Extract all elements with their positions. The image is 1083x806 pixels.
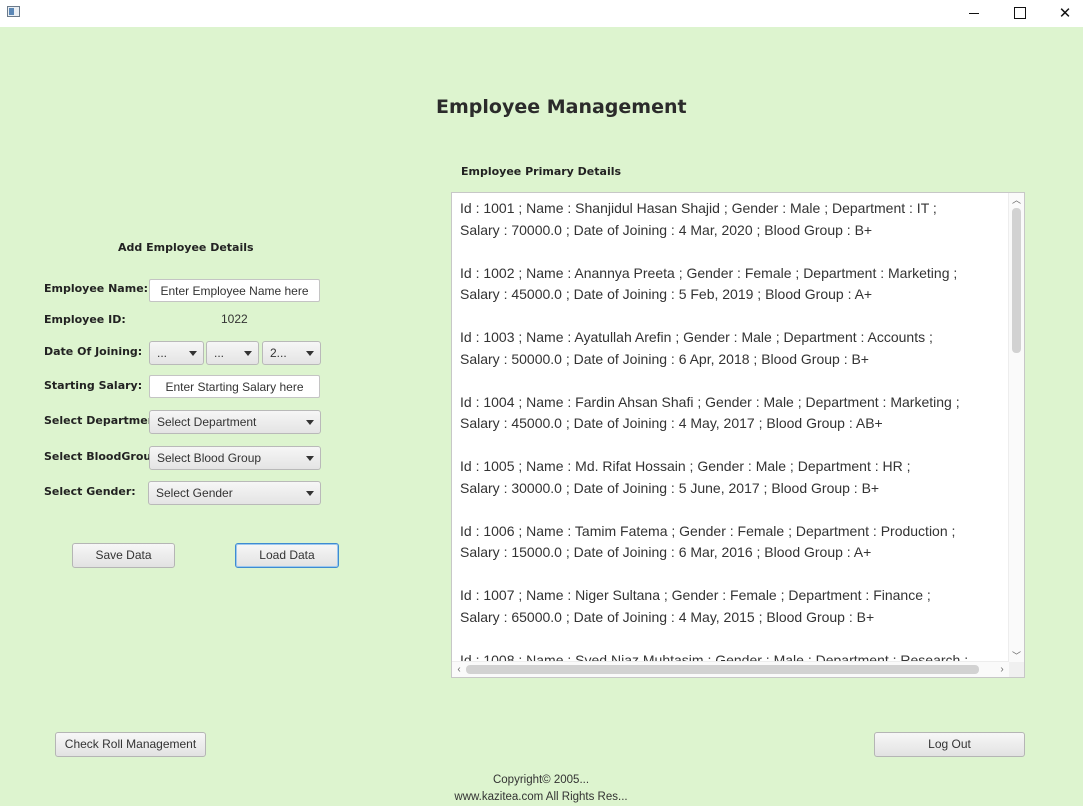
list-item-line1: Id : 1001 ; Name : Shanjidul Hasan Shaji… bbox=[460, 200, 937, 216]
gender-label: Select Gender: bbox=[44, 485, 136, 498]
save-data-button[interactable]: Save Data bbox=[72, 543, 175, 568]
scrollbar-corner bbox=[1009, 662, 1024, 677]
website-text: www.kazitea.com All Rights Res... bbox=[454, 791, 628, 803]
list-item-line1: Id : 1005 ; Name : Md. Rifat Hossain ; G… bbox=[460, 458, 911, 474]
add-form-heading: Add Employee Details bbox=[118, 241, 254, 254]
scroll-left-icon[interactable]: ‹ bbox=[452, 662, 466, 677]
chevron-down-icon bbox=[244, 351, 252, 356]
page-title: Employee Management bbox=[436, 96, 687, 118]
scroll-up-icon[interactable]: ︿ bbox=[1009, 193, 1024, 207]
gender-select[interactable]: Select Gender bbox=[148, 481, 321, 505]
minimize-icon bbox=[969, 13, 979, 14]
horizontal-scroll-thumb[interactable] bbox=[466, 665, 979, 674]
list-item-line2: Salary : 65000.0 ; Date of Joining : 4 M… bbox=[460, 608, 875, 625]
list-item-line2: Salary : 15000.0 ; Date of Joining : 6 M… bbox=[460, 544, 872, 560]
employee-list[interactable]: Id : 1001 ; Name : Shanjidul Hasan Shaji… bbox=[451, 192, 1025, 678]
copyright-text: Copyright© 2005... bbox=[492, 774, 590, 786]
bloodgroup-label: Select BloodGroup: bbox=[44, 450, 164, 463]
chevron-down-icon bbox=[306, 456, 314, 461]
check-roll-management-button[interactable]: Check Roll Management bbox=[55, 732, 206, 757]
date-of-joining-label: Date Of Joining: bbox=[44, 345, 143, 358]
department-label: Select Department: bbox=[44, 414, 166, 427]
list-item-line2: Salary : 30000.0 ; Date of Joining : 5 J… bbox=[460, 479, 880, 496]
doj-day-value: ... bbox=[157, 346, 168, 360]
list-item[interactable]: Id : 1001 ; Name : Shanjidul Hasan Shaji… bbox=[460, 198, 1005, 241]
department-select[interactable]: Select Department bbox=[149, 410, 321, 434]
doj-year-value: 2... bbox=[270, 346, 287, 360]
list-item[interactable]: Id : 1007 ; Name : Niger Sultana ; Gende… bbox=[460, 585, 1005, 628]
list-item[interactable]: Id : 1004 ; Name : Fardin Ahsan Shafi ; … bbox=[460, 392, 1005, 435]
list-item-line1: Id : 1007 ; Name : Niger Sultana ; Gende… bbox=[460, 587, 931, 603]
list-item-line2: Salary : 45000.0 ; Date of Joining : 4 M… bbox=[460, 415, 883, 431]
logout-button[interactable]: Log Out bbox=[874, 732, 1025, 757]
list-item-line2: Salary : 45000.0 ; Date of Joining : 5 F… bbox=[460, 286, 873, 302]
list-item-line2: Salary : 70000.0 ; Date of Joining : 4 M… bbox=[460, 221, 873, 238]
doj-month-select[interactable]: ... bbox=[206, 341, 259, 365]
list-item[interactable]: Id : 1002 ; Name : Anannya Preeta ; Gend… bbox=[460, 263, 1005, 306]
doj-year-select[interactable]: 2... bbox=[262, 341, 321, 365]
list-item[interactable]: Id : 1008 ; Name : Syed Niaz Muhtasim ; … bbox=[460, 650, 1005, 662]
bloodgroup-select-value: Select Blood Group bbox=[157, 451, 262, 465]
starting-salary-input[interactable] bbox=[149, 375, 320, 398]
list-item[interactable]: Id : 1003 ; Name : Ayatullah Arefin ; Ge… bbox=[460, 327, 1005, 370]
employee-list-content: Id : 1001 ; Name : Shanjidul Hasan Shaji… bbox=[460, 198, 1005, 661]
chevron-down-icon bbox=[306, 420, 314, 425]
chevron-down-icon bbox=[306, 491, 314, 496]
chevron-down-icon bbox=[189, 351, 197, 356]
minimize-button[interactable] bbox=[951, 0, 997, 27]
vertical-scroll-thumb[interactable] bbox=[1012, 208, 1021, 353]
employee-name-input[interactable] bbox=[149, 279, 320, 302]
details-heading: Employee Primary Details bbox=[461, 165, 622, 178]
list-item-line1: Id : 1008 ; Name : Syed Niaz Muhtasim ; … bbox=[460, 651, 969, 662]
bloodgroup-select[interactable]: Select Blood Group bbox=[149, 446, 321, 470]
scroll-right-icon[interactable]: › bbox=[995, 662, 1009, 677]
close-icon: ✕ bbox=[1058, 5, 1072, 22]
employee-name-label: Employee Name: bbox=[44, 282, 149, 295]
list-item[interactable]: Id : 1006 ; Name : Tamim Fatema ; Gender… bbox=[460, 521, 1005, 564]
list-item-line1: Id : 1006 ; Name : Tamim Fatema ; Gender… bbox=[460, 522, 956, 539]
employee-id-value: 1022 bbox=[221, 312, 248, 326]
horizontal-scrollbar[interactable]: ‹ › bbox=[452, 661, 1009, 677]
list-item-line2: Salary : 50000.0 ; Date of Joining : 6 A… bbox=[460, 350, 869, 367]
close-button[interactable]: ✕ bbox=[1042, 0, 1083, 27]
load-data-button[interactable]: Load Data bbox=[235, 543, 339, 568]
app-icon bbox=[7, 6, 20, 17]
window-titlebar: ✕ bbox=[0, 0, 1083, 27]
starting-salary-label: Starting Salary: bbox=[44, 379, 143, 392]
department-select-value: Select Department bbox=[157, 415, 257, 429]
maximize-icon bbox=[1014, 7, 1026, 19]
scroll-down-icon[interactable]: ﹀ bbox=[1009, 649, 1024, 663]
list-item[interactable]: Id : 1005 ; Name : Md. Rifat Hossain ; G… bbox=[460, 456, 1005, 499]
list-item-line1: Id : 1004 ; Name : Fardin Ahsan Shafi ; … bbox=[460, 393, 960, 410]
employee-id-label: Employee ID: bbox=[44, 313, 126, 326]
vertical-scrollbar[interactable]: ︿ ﹀ bbox=[1008, 193, 1024, 663]
doj-day-select[interactable]: ... bbox=[149, 341, 204, 365]
chevron-down-icon bbox=[306, 351, 314, 356]
gender-select-value: Select Gender bbox=[156, 486, 233, 500]
doj-month-value: ... bbox=[214, 346, 225, 360]
list-item-line1: Id : 1003 ; Name : Ayatullah Arefin ; Ge… bbox=[460, 329, 933, 345]
list-item-line1: Id : 1002 ; Name : Anannya Preeta ; Gend… bbox=[460, 264, 958, 281]
maximize-button[interactable] bbox=[997, 0, 1043, 27]
